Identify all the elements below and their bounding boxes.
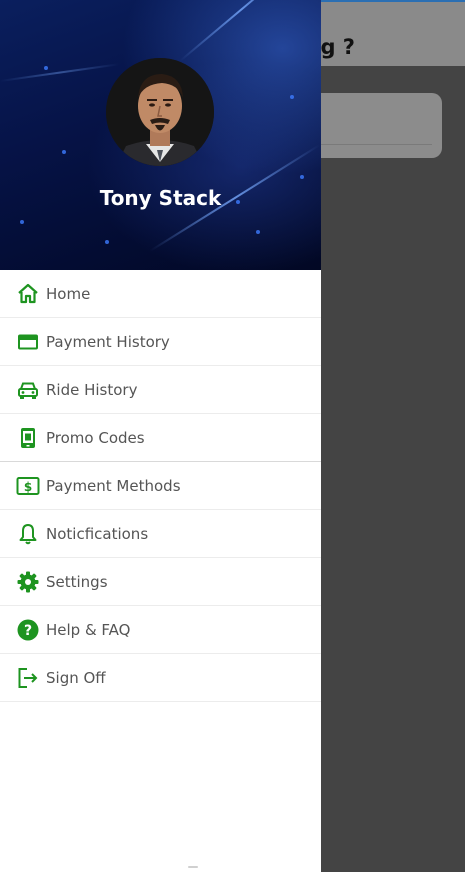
money-icon: $ [16,474,40,498]
navigation-drawer: Tony Stack Home Payment History Ride His… [0,0,321,872]
header-dot [105,240,109,244]
sign-out-icon [16,666,40,690]
menu-item-payment-history[interactable]: Payment History [0,318,321,366]
menu-item-label: Help & FAQ [46,621,131,639]
gear-icon [16,570,40,594]
user-name: Tony Stack [99,186,222,210]
app-header-title: g ? [320,35,355,59]
menu-item-label: Home [46,285,91,303]
header-light-streak [179,0,304,62]
menu-item-notifications[interactable]: Noticfications [0,510,321,558]
header-dot [62,150,66,154]
avatar[interactable] [106,58,214,166]
header-dot [290,95,294,99]
menu-item-payment-methods[interactable]: $ Payment Methods [0,462,321,510]
drawer-header: Tony Stack [0,0,321,270]
menu-item-label: Payment Methods [46,477,181,495]
help-icon: ? [16,618,40,642]
header-dot [256,230,260,234]
menu-item-home[interactable]: Home [0,270,321,318]
menu-item-label: Ride History [46,381,138,399]
menu-item-sign-off[interactable]: Sign Off [0,654,321,702]
menu-item-settings[interactable]: Settings [0,558,321,606]
menu-item-label: Payment History [46,333,170,351]
menu-item-ride-history[interactable]: Ride History [0,366,321,414]
promo-code-icon [16,426,40,450]
header-light-streak [0,63,119,82]
svg-text:?: ? [24,623,32,639]
car-icon [16,378,40,402]
home-icon [16,282,40,306]
menu-item-label: Noticfications [46,525,149,543]
bottom-indicator [188,866,198,868]
credit-card-icon [16,330,40,354]
header-dot [300,175,304,179]
menu-item-promo-codes[interactable]: Promo Codes [0,414,321,462]
svg-text:$: $ [24,480,32,494]
menu-item-label: Sign Off [46,669,106,687]
menu-item-label: Settings [46,573,108,591]
header-dot [44,66,48,70]
drawer-menu: Home Payment History Ride History Promo … [0,270,321,702]
header-dot [20,220,24,224]
menu-item-label: Promo Codes [46,429,145,447]
bell-icon [16,522,40,546]
menu-item-help-faq[interactable]: ? Help & FAQ [0,606,321,654]
